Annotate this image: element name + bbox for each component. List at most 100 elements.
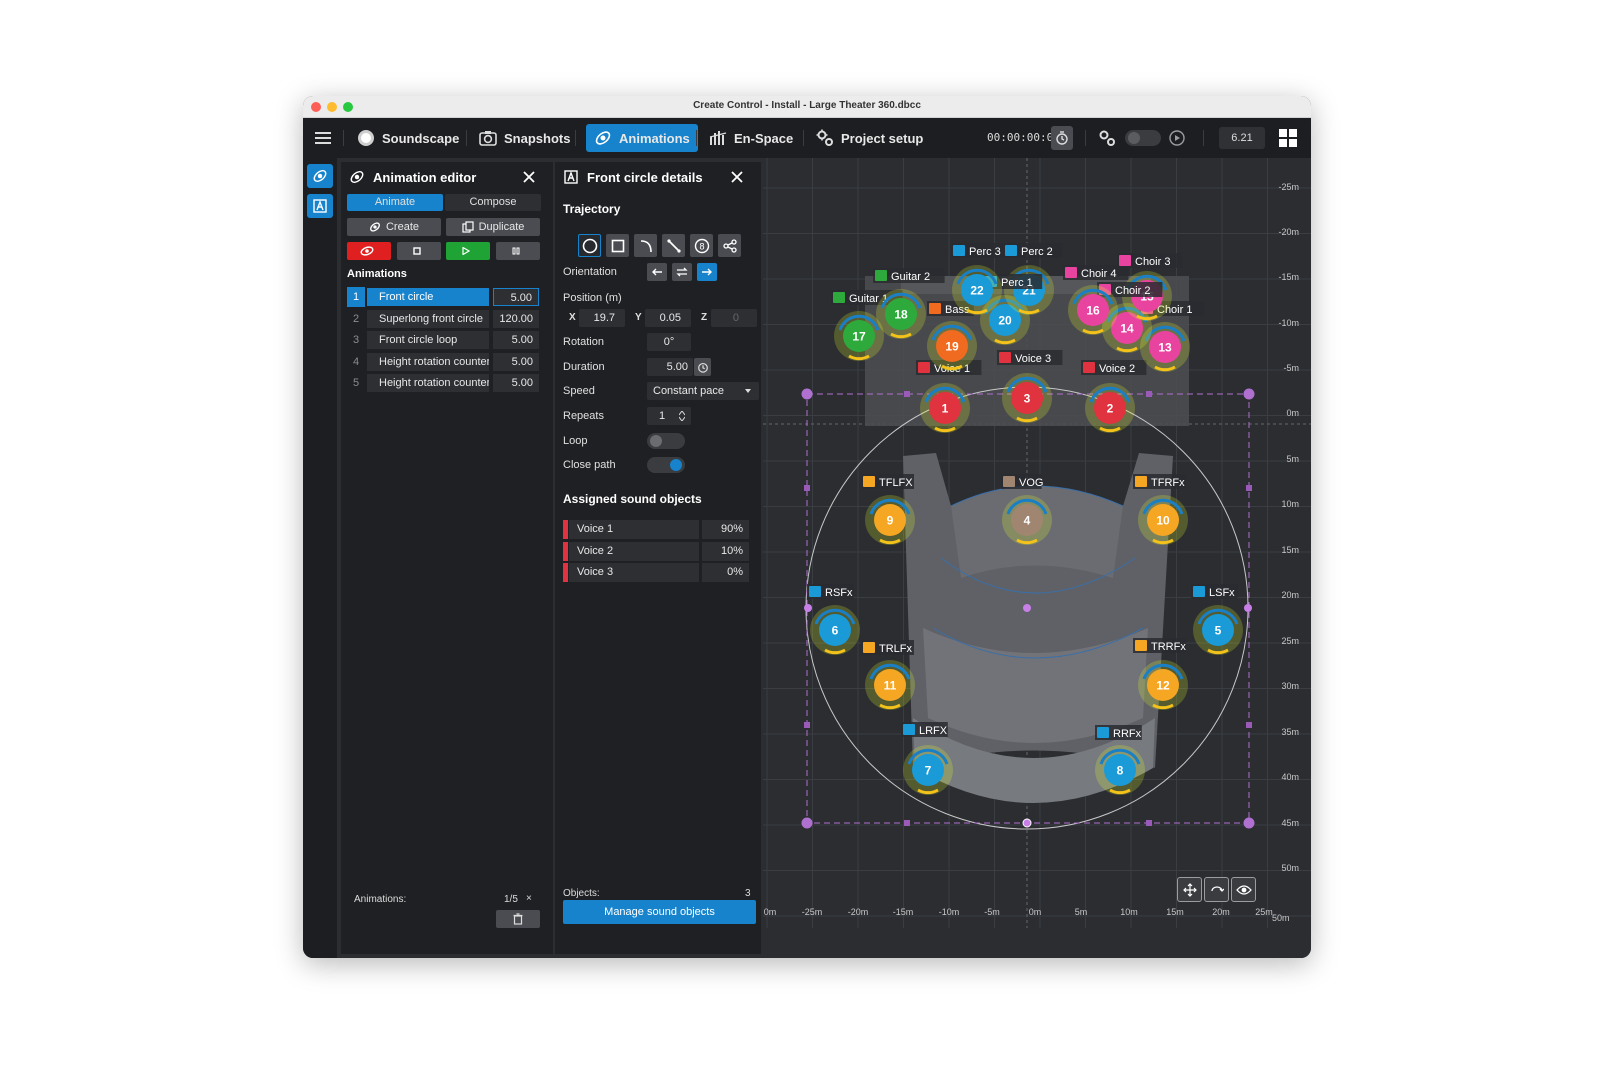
pos-y-field[interactable]: 0.05 bbox=[645, 309, 691, 327]
sound-object-number: 19 bbox=[945, 340, 959, 354]
manage-sound-objects-button[interactable]: Manage sound objects bbox=[563, 900, 756, 924]
duration-sync-button[interactable] bbox=[694, 358, 711, 376]
stage-viewport[interactable]: 1 Voice 1 2 Voice 2 3 Voice 3 4 VOG 5 LSFx 6 RSFx 7 L… bbox=[763, 158, 1311, 958]
sound-object[interactable]: 10 bbox=[1138, 495, 1188, 545]
play-button[interactable] bbox=[1167, 126, 1187, 150]
sound-object[interactable]: 21 bbox=[1004, 265, 1054, 315]
animation-list-item[interactable]: 1 Front circle 5.00 bbox=[347, 287, 539, 307]
pause-button[interactable] bbox=[496, 242, 540, 260]
play-animation-button[interactable] bbox=[446, 242, 490, 260]
edge-handle[interactable] bbox=[1022, 818, 1032, 828]
tab-en-space[interactable]: En-Space bbox=[709, 124, 793, 152]
rotate-view-button[interactable] bbox=[1204, 877, 1229, 902]
animation-item-duration[interactable]: 5.00 bbox=[493, 288, 539, 306]
animation-item-duration[interactable]: 5.00 bbox=[493, 374, 539, 392]
sound-object[interactable]: 7 bbox=[903, 745, 953, 795]
trajectory-arc-button[interactable] bbox=[634, 234, 657, 257]
grid-layout-button[interactable] bbox=[1277, 126, 1299, 150]
assigned-object-weight[interactable]: 10% bbox=[702, 541, 749, 561]
tab-compose[interactable]: Compose bbox=[445, 194, 541, 211]
scale-handle[interactable] bbox=[804, 722, 810, 728]
close-icon[interactable] bbox=[521, 169, 537, 185]
clear-selection-button[interactable]: × bbox=[526, 893, 532, 904]
scale-handle[interactable] bbox=[1246, 485, 1252, 491]
animation-item-duration[interactable]: 5.00 bbox=[493, 352, 539, 371]
animation-item-duration[interactable]: 120.00 bbox=[493, 309, 539, 328]
pos-x-field[interactable]: 19.7 bbox=[579, 309, 625, 327]
animation-list-item[interactable]: 2 Superlong front circle 120.00 bbox=[347, 309, 539, 329]
record-button[interactable] bbox=[347, 242, 391, 260]
animation-list-item[interactable]: 5 Height rotation counter 5.00 bbox=[347, 373, 539, 393]
sound-object[interactable]: 12 bbox=[1138, 660, 1188, 710]
corner-handle[interactable] bbox=[801, 817, 813, 829]
assigned-object-row[interactable]: Voice 3 0% bbox=[563, 563, 749, 582]
sound-object[interactable]: 22 bbox=[952, 265, 1002, 315]
create-button[interactable]: Create bbox=[347, 218, 441, 236]
corner-handle[interactable] bbox=[801, 388, 813, 400]
sound-object[interactable]: 2 bbox=[1085, 383, 1135, 433]
toolbar-toggle[interactable] bbox=[1123, 126, 1163, 150]
tab-snapshots[interactable]: Snapshots bbox=[479, 124, 570, 152]
stage-canvas[interactable]: 1Voice 12Voice 23Voice 34VOG5LSFx6RSFx7L… bbox=[763, 158, 1311, 958]
sound-object[interactable]: 4 bbox=[1002, 495, 1052, 545]
scale-handle[interactable] bbox=[804, 485, 810, 491]
tab-soundscape[interactable]: Soundscape bbox=[357, 124, 459, 152]
tab-animate[interactable]: Animate bbox=[347, 194, 443, 211]
sound-object[interactable]: 5 bbox=[1193, 605, 1243, 655]
tab-project-setup[interactable]: Project setup bbox=[816, 124, 923, 152]
rail-animation-editor-button[interactable] bbox=[307, 164, 333, 188]
scale-handle[interactable] bbox=[1246, 722, 1252, 728]
scale-handle[interactable] bbox=[904, 820, 910, 826]
pos-z-field[interactable]: 0 bbox=[711, 309, 757, 327]
orientation-reverse-button[interactable] bbox=[647, 263, 667, 281]
edge-handle[interactable] bbox=[1244, 604, 1252, 612]
sound-object[interactable]: 3 bbox=[1002, 373, 1052, 423]
timecode-sync-button[interactable] bbox=[1051, 126, 1073, 150]
sound-object[interactable]: 8 bbox=[1095, 745, 1145, 795]
close-icon[interactable] bbox=[729, 169, 745, 185]
sound-object[interactable]: 6 bbox=[810, 605, 860, 655]
assigned-object-row[interactable]: Voice 1 90% bbox=[563, 520, 749, 539]
repeats-stepper[interactable]: 1 bbox=[647, 407, 691, 425]
trajectory-figure-eight-button[interactable]: 8 bbox=[690, 234, 713, 257]
delete-animation-button[interactable] bbox=[496, 910, 540, 928]
close-path-toggle[interactable] bbox=[647, 457, 685, 473]
scale-handle[interactable] bbox=[904, 391, 910, 397]
trajectory-line-button[interactable] bbox=[662, 234, 685, 257]
loop-toggle[interactable] bbox=[647, 433, 685, 449]
sound-object[interactable]: 16 bbox=[1068, 285, 1118, 335]
duration-field[interactable]: 5.00 bbox=[647, 358, 693, 376]
animation-item-duration[interactable]: 5.00 bbox=[493, 331, 539, 349]
corner-handle[interactable] bbox=[1243, 817, 1255, 829]
tab-animations[interactable]: Animations bbox=[586, 124, 698, 152]
rail-details-button[interactable] bbox=[307, 194, 333, 218]
corner-handle[interactable] bbox=[1243, 388, 1255, 400]
settings-gear-button[interactable] bbox=[1097, 126, 1117, 150]
menu-icon[interactable] bbox=[315, 126, 331, 150]
duplicate-button[interactable]: Duplicate bbox=[446, 218, 540, 236]
sound-object[interactable]: 19 bbox=[927, 321, 977, 371]
scale-handle[interactable] bbox=[1146, 391, 1152, 397]
sound-object[interactable]: 18 bbox=[876, 289, 926, 339]
orientation-toggle-button[interactable] bbox=[672, 263, 692, 281]
edge-handle[interactable] bbox=[1023, 604, 1031, 612]
sound-object[interactable]: 9 bbox=[865, 495, 915, 545]
sound-object[interactable]: 1 bbox=[920, 383, 970, 433]
assigned-object-weight[interactable]: 90% bbox=[702, 520, 749, 539]
orientation-forward-button[interactable] bbox=[697, 263, 717, 281]
trajectory-circle-button[interactable] bbox=[578, 234, 601, 257]
sound-object[interactable]: 11 bbox=[865, 660, 915, 710]
rotation-field[interactable]: 0° bbox=[647, 333, 691, 351]
speed-select[interactable]: Constant pace bbox=[647, 382, 759, 400]
assigned-object-row[interactable]: Voice 2 10% bbox=[563, 541, 749, 561]
trajectory-rectangle-button[interactable] bbox=[606, 234, 629, 257]
assigned-object-weight[interactable]: 0% bbox=[702, 563, 749, 582]
fit-view-button[interactable] bbox=[1177, 877, 1202, 902]
stop-button[interactable] bbox=[397, 242, 441, 260]
scale-handle[interactable] bbox=[1146, 820, 1152, 826]
trajectory-share-path-button[interactable] bbox=[718, 234, 741, 257]
animation-list-item[interactable]: 4 Height rotation counter 5.00 bbox=[347, 352, 539, 372]
edge-handle[interactable] bbox=[804, 604, 812, 612]
animation-list-item[interactable]: 3 Front circle loop 5.00 bbox=[347, 330, 539, 350]
visibility-button[interactable] bbox=[1231, 877, 1256, 902]
